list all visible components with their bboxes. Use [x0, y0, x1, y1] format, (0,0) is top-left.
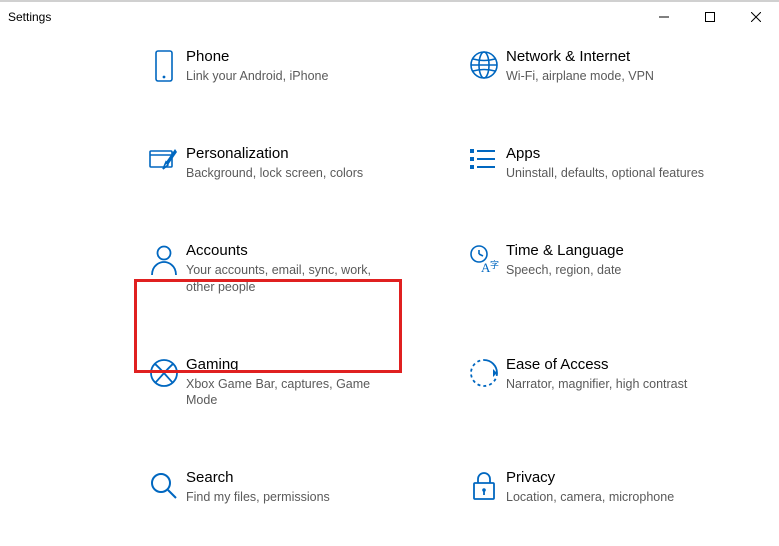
apps-list-icon — [462, 145, 506, 173]
tile-subtitle: Xbox Game Bar, captures, Game Mode — [186, 376, 392, 410]
phone-icon — [142, 48, 186, 84]
settings-content: Phone Link your Android, iPhone Network … — [0, 32, 779, 512]
tile-subtitle: Wi-Fi, airplane mode, VPN — [506, 68, 712, 85]
tile-title: Phone — [186, 48, 392, 65]
tile-title: Gaming — [186, 356, 392, 373]
time-language-icon: A 字 — [462, 242, 506, 274]
tile-accounts[interactable]: Accounts Your accounts, email, sync, wor… — [140, 236, 400, 302]
window-title: Settings — [8, 10, 51, 24]
tile-title: Accounts — [186, 242, 392, 259]
tile-network[interactable]: Network & Internet Wi-Fi, airplane mode,… — [460, 42, 720, 91]
search-icon — [142, 469, 186, 501]
svg-text:字: 字 — [490, 259, 499, 270]
tile-time-language[interactable]: A 字 Time & Language Speech, region, date — [460, 236, 720, 302]
tile-phone[interactable]: Phone Link your Android, iPhone — [140, 42, 400, 91]
titlebar: Settings — [0, 2, 779, 32]
tile-privacy[interactable]: Privacy Location, camera, microphone — [460, 463, 720, 512]
tile-subtitle: Speech, region, date — [506, 262, 712, 279]
tile-search[interactable]: Search Find my files, permissions — [140, 463, 400, 512]
tile-title: Privacy — [506, 469, 712, 486]
close-button[interactable] — [733, 2, 779, 32]
tile-title: Network & Internet — [506, 48, 712, 65]
tile-subtitle: Link your Android, iPhone — [186, 68, 392, 85]
settings-grid: Phone Link your Android, iPhone Network … — [140, 42, 779, 512]
tile-title: Search — [186, 469, 392, 486]
globe-icon — [462, 48, 506, 80]
lock-icon — [462, 469, 506, 501]
tile-title: Time & Language — [506, 242, 712, 259]
tile-personalization[interactable]: Personalization Background, lock screen,… — [140, 139, 400, 188]
tile-subtitle: Find my files, permissions — [186, 489, 392, 506]
minimize-button[interactable] — [641, 2, 687, 32]
tile-gaming[interactable]: Gaming Xbox Game Bar, captures, Game Mod… — [140, 350, 400, 416]
person-icon — [142, 242, 186, 276]
ease-of-access-icon — [462, 356, 506, 388]
tile-subtitle: Narrator, magnifier, high contrast — [506, 376, 712, 393]
tile-subtitle: Background, lock screen, colors — [186, 165, 392, 182]
tile-title: Apps — [506, 145, 712, 162]
tile-subtitle: Uninstall, defaults, optional features — [506, 165, 712, 182]
tile-title: Personalization — [186, 145, 392, 162]
tile-subtitle: Location, camera, microphone — [506, 489, 712, 506]
tile-title: Ease of Access — [506, 356, 712, 373]
tile-apps[interactable]: Apps Uninstall, defaults, optional featu… — [460, 139, 720, 188]
tile-subtitle: Your accounts, email, sync, work, other … — [186, 262, 392, 296]
maximize-button[interactable] — [687, 2, 733, 32]
tile-ease-of-access[interactable]: Ease of Access Narrator, magnifier, high… — [460, 350, 720, 416]
xbox-icon — [142, 356, 186, 388]
paintbrush-icon — [142, 145, 186, 177]
